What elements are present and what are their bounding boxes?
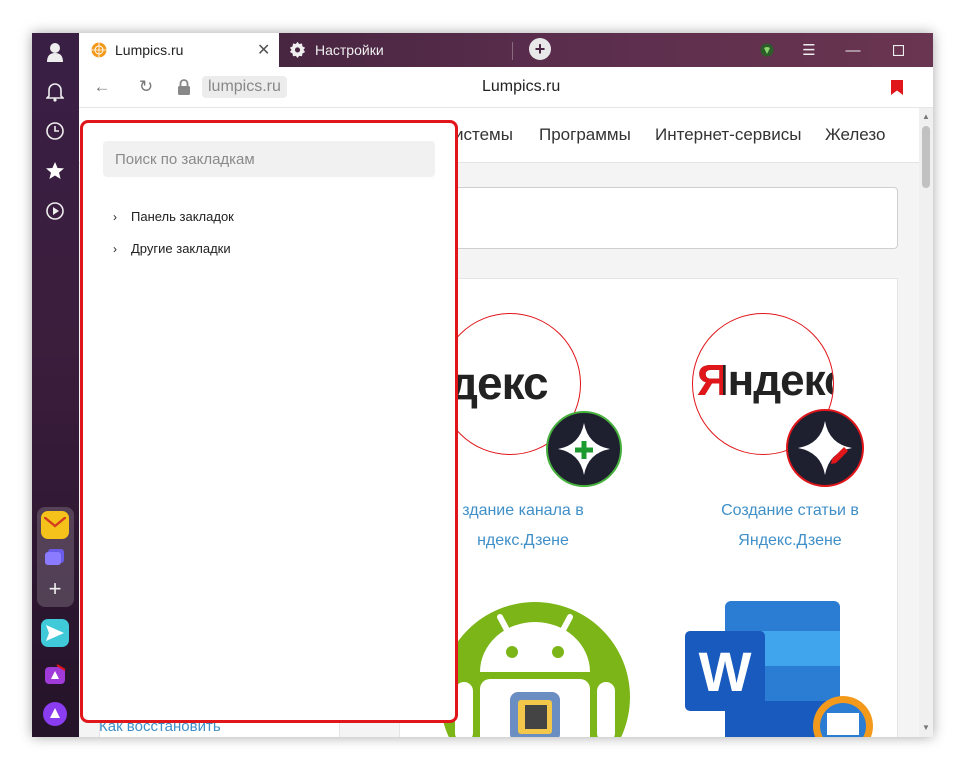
scroll-down-icon[interactable]: ▼ — [922, 723, 930, 732]
scroll-up-icon[interactable]: ▲ — [922, 112, 930, 121]
reload-icon[interactable]: ↻ — [136, 77, 156, 97]
back-arrow-icon[interactable]: ← — [92, 77, 112, 97]
bookmark-folder-panel[interactable]: › Панель закладок — [113, 209, 234, 224]
bookmarks-search-input[interactable] — [103, 141, 435, 177]
site-search-box[interactable] — [399, 187, 898, 249]
tab-settings[interactable]: Настройки — [279, 33, 479, 67]
tab-strip: Lumpics.ru ✕ Настройки + ☰ — ✕ — [79, 33, 933, 67]
add-star-badge-icon — [546, 411, 622, 487]
nav-link[interactable]: Программы — [539, 125, 631, 145]
bookmark-folder-other[interactable]: › Другие закладки — [113, 241, 231, 256]
new-tab-button[interactable]: + — [529, 38, 551, 60]
history-icon[interactable] — [44, 120, 66, 142]
bookmark-folder-label: Другие закладки — [131, 241, 231, 256]
menu-icon[interactable]: ☰ — [798, 39, 820, 61]
bookmarks-panel: › Панель закладок › Другие закладки — [80, 120, 458, 723]
tab-title: Lumpics.ru — [115, 42, 184, 58]
chevron-right-icon: › — [113, 241, 117, 256]
chevron-right-icon: › — [113, 209, 117, 224]
orange-favicon-icon — [91, 42, 107, 63]
page-title: Lumpics.ru — [482, 78, 561, 95]
tab-title: Настройки — [315, 42, 384, 58]
yandex-y-letter: Я — [697, 356, 723, 408]
protect-icon[interactable] — [756, 39, 778, 61]
alice-shopping-icon[interactable] — [41, 660, 69, 688]
card-title[interactable]: Создание статьи в Яндекс.Дзене — [690, 496, 890, 556]
collections-icon[interactable] — [41, 543, 69, 571]
video-play-icon[interactable] — [44, 200, 66, 222]
browser-sidebar: + — [32, 33, 79, 737]
bookmark-folder-label: Панель закладок — [131, 209, 234, 224]
svg-text:W: W — [699, 640, 752, 703]
android-logo-icon[interactable] — [440, 597, 630, 737]
close-tab-icon[interactable]: ✕ — [257, 40, 270, 60]
page-scrollbar[interactable]: ▲ ▼ — [919, 108, 933, 737]
nav-link[interactable]: Интернет-сервисы — [655, 125, 802, 145]
bookmark-flag-icon[interactable] — [887, 77, 907, 97]
profile-icon[interactable] — [44, 41, 66, 63]
mail-icon[interactable] — [41, 511, 69, 539]
lock-icon — [174, 77, 194, 97]
tab-lumpics[interactable]: Lumpics.ru ✕ — [79, 33, 279, 67]
bell-icon[interactable] — [44, 81, 66, 103]
word-logo-icon[interactable]: W — [685, 601, 895, 737]
maximize-icon[interactable] — [887, 39, 909, 61]
edit-star-badge-icon — [786, 409, 864, 487]
articles-grid: ндекс здание канала в ндекс.Дзене Яндекс… — [399, 278, 898, 737]
card-title-line: Яндекс.Дзене — [738, 532, 842, 549]
alice-icon[interactable] — [41, 700, 69, 728]
minimize-icon[interactable]: — — [842, 39, 864, 61]
add-app-icon[interactable]: + — [41, 575, 69, 603]
url-field[interactable]: lumpics.ru — [202, 76, 287, 98]
close-window-icon[interactable]: ✕ — [932, 39, 933, 61]
nav-link[interactable]: истемы — [454, 125, 513, 145]
tab-divider — [512, 42, 513, 60]
card-title-line: Создание статьи в — [721, 502, 859, 519]
gear-icon — [289, 41, 306, 63]
nav-link[interactable]: Железо — [825, 125, 885, 145]
messenger-icon[interactable] — [41, 619, 69, 647]
bookmarks-star-icon[interactable] — [44, 160, 66, 182]
scrollbar-thumb[interactable] — [922, 126, 930, 188]
